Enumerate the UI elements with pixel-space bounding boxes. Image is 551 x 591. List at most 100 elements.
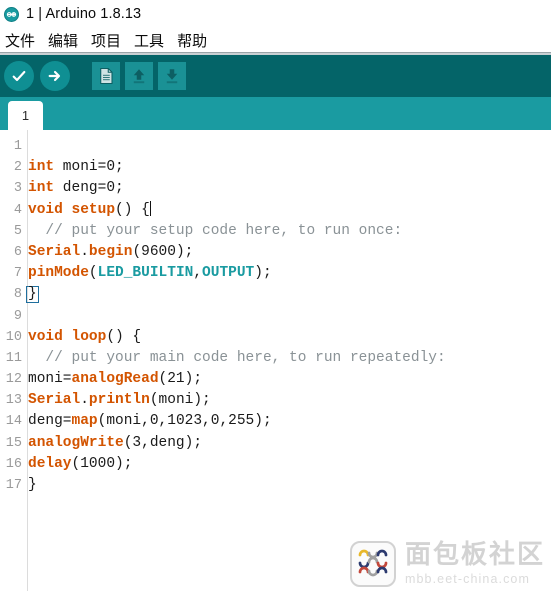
code-line[interactable]: 10 void loop() { xyxy=(0,327,551,348)
save-button[interactable] xyxy=(158,62,186,90)
new-button[interactable] xyxy=(92,62,120,90)
line-number: 10 xyxy=(5,329,22,345)
code-line[interactable]: 8} xyxy=(0,284,551,305)
code-line[interactable]: 11 // put your main code here, to run re… xyxy=(0,348,551,369)
code-token: Serial xyxy=(28,392,81,409)
code-token: OUTPUT xyxy=(202,265,255,282)
code-token: . xyxy=(80,392,89,409)
code-line[interactable]: 15 analogWrite(3,deng); xyxy=(0,433,551,454)
line-text[interactable]: } xyxy=(22,284,551,305)
verify-button[interactable] xyxy=(4,61,34,91)
code-token: begin xyxy=(88,243,133,260)
tab-label: 1 xyxy=(21,108,30,123)
line-number: 2 xyxy=(13,160,22,176)
code-token: println xyxy=(88,392,150,409)
code-line[interactable]: 16 delay(1000); xyxy=(0,454,551,475)
line-text[interactable]: delay(1000); xyxy=(22,454,551,475)
line-number: 5 xyxy=(13,223,22,239)
upload-button[interactable] xyxy=(40,61,70,91)
code-token: moni=0; xyxy=(54,159,124,176)
arduino-infinity-icon xyxy=(4,6,19,22)
logo-arcs-icon xyxy=(358,549,388,577)
code-line[interactable]: 6 Serial.begin(9600); xyxy=(0,242,551,263)
code-line[interactable]: 9 xyxy=(0,306,551,327)
menu-tools[interactable]: 工具 xyxy=(134,30,164,51)
code-token: ( xyxy=(88,265,98,282)
line-text[interactable]: int deng=0; xyxy=(22,178,551,199)
line-number: 17 xyxy=(5,478,22,493)
code-token: moni= xyxy=(28,371,72,388)
code-token: int xyxy=(28,180,55,197)
line-text[interactable]: // put your setup code here, to run once… xyxy=(22,221,551,242)
code-line[interactable]: 13 Serial.println(moni); xyxy=(0,390,551,411)
line-text[interactable]: void setup() { xyxy=(22,200,551,221)
watermark-url: mbb.eet-china.com xyxy=(404,571,530,586)
menu-help[interactable]: 帮助 xyxy=(177,30,207,51)
code-line[interactable]: 17} xyxy=(0,475,551,496)
line-number: 11 xyxy=(5,350,22,366)
line-number: 6 xyxy=(13,244,22,260)
arrow-right-icon xyxy=(47,68,63,84)
code-token: analogRead xyxy=(71,371,159,388)
code-token: () { xyxy=(115,201,150,218)
text-caret xyxy=(149,200,151,216)
watermark-text: 面包板社区 mbb.eet-china.com xyxy=(404,540,545,586)
code-line[interactable]: 2 int moni=0; xyxy=(0,157,551,178)
code-token: deng= xyxy=(28,413,72,430)
code-token: int xyxy=(28,159,55,176)
line-text[interactable]: pinMode(LED_BUILTIN,OUTPUT); xyxy=(22,263,551,284)
line-text[interactable]: int moni=0; xyxy=(22,157,551,178)
line-text[interactable]: Serial.println(moni); xyxy=(22,390,551,411)
code-token: } xyxy=(26,286,39,304)
window-title: 1 | Arduino 1.8.13 xyxy=(26,6,142,22)
tab-strip: 1 xyxy=(0,97,551,130)
code-token: (21); xyxy=(158,371,203,388)
code-token: ); xyxy=(254,265,272,282)
code-token: } xyxy=(28,477,37,493)
code-token: , xyxy=(193,265,203,282)
line-text[interactable]: } xyxy=(22,475,551,496)
code-token: delay xyxy=(28,455,72,472)
watermark: 面包板社区 mbb.eet-china.com xyxy=(349,540,545,587)
code-token: (1000); xyxy=(71,455,133,472)
code-token: deng=0; xyxy=(54,180,124,197)
line-text[interactable]: analogWrite(3,deng); xyxy=(22,433,551,454)
line-text[interactable]: void loop() { xyxy=(22,327,551,348)
menu-sketch[interactable]: 项目 xyxy=(91,30,121,51)
line-number: 16 xyxy=(5,456,22,472)
title-bar: 1 | Arduino 1.8.13 xyxy=(0,0,551,28)
code-token: Serial xyxy=(28,243,81,260)
code-lines[interactable]: 1 2 int moni=0; 3 int deng=0; 4 void setup() {… xyxy=(0,130,551,496)
code-line[interactable]: 3 int deng=0; xyxy=(0,178,551,199)
code-token: loop xyxy=(71,328,107,345)
arrow-up-icon xyxy=(130,67,148,85)
line-text[interactable]: moni=analogRead(21); xyxy=(22,369,551,390)
code-line[interactable]: 14 deng=map(moni,0,1023,0,255); xyxy=(0,411,551,432)
code-token: (3,deng); xyxy=(123,434,203,451)
line-text[interactable]: deng=map(moni,0,1023,0,255); xyxy=(22,411,551,432)
menu-edit[interactable]: 编辑 xyxy=(48,30,78,51)
line-number: 13 xyxy=(5,393,22,409)
menu-file[interactable]: 文件 xyxy=(5,30,35,51)
code-line[interactable]: 1 xyxy=(0,136,551,157)
line-number: 15 xyxy=(5,435,22,451)
code-line[interactable]: 5 // put your setup code here, to run on… xyxy=(0,221,551,242)
line-number: 3 xyxy=(13,181,22,197)
code-line[interactable]: 12 moni=analogRead(21); xyxy=(0,369,551,390)
watermark-title: 面包板社区 xyxy=(404,540,545,571)
code-editor[interactable]: 1 2 int moni=0; 3 int deng=0; 4 void setup() {… xyxy=(0,130,551,591)
code-line[interactable]: 7 pinMode(LED_BUILTIN,OUTPUT); xyxy=(0,263,551,284)
tab-sketch-1[interactable]: 1 xyxy=(8,101,43,130)
code-token: . xyxy=(80,243,89,260)
open-button[interactable] xyxy=(125,62,153,90)
code-token: // put your main code here, to run repea… xyxy=(28,349,446,366)
arrow-down-icon xyxy=(163,67,181,85)
line-number: 4 xyxy=(13,202,22,218)
checkmark-icon xyxy=(11,68,27,84)
line-text[interactable]: // put your main code here, to run repea… xyxy=(22,348,551,369)
code-line[interactable]: 4 void setup() { xyxy=(0,200,551,221)
code-token: setup xyxy=(71,201,116,218)
line-text[interactable]: Serial.begin(9600); xyxy=(22,242,551,263)
